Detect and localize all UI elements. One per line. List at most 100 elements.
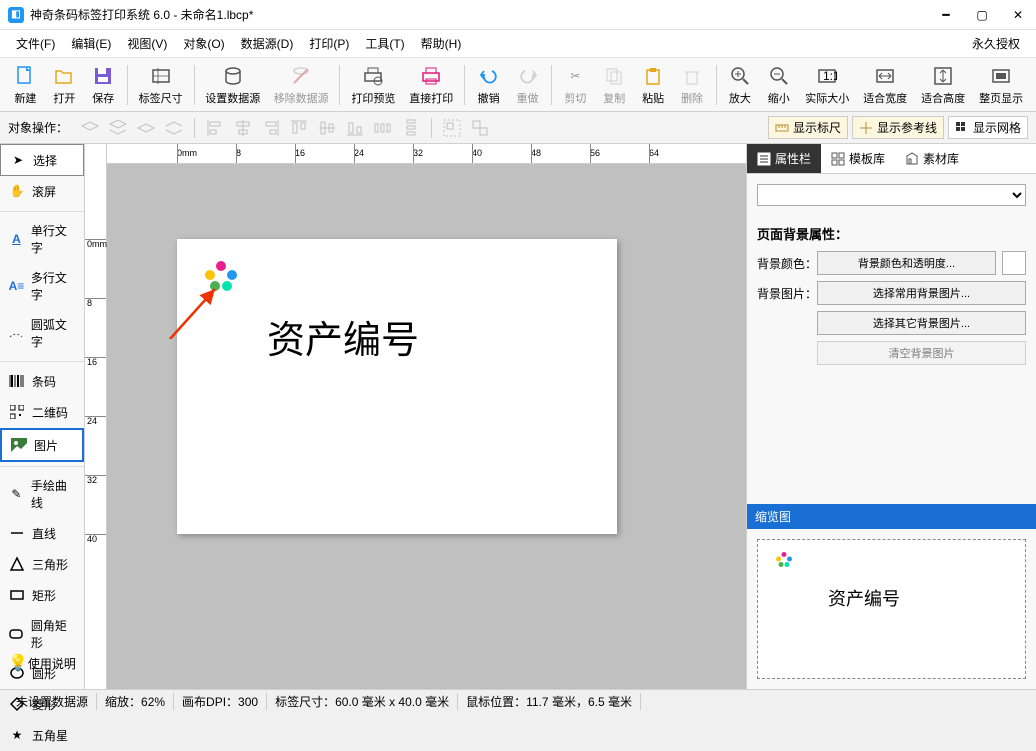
right-panel: 属性栏 模板库 素材库 页面背景属性： 背景颜色： 背景颜色和透明度... 背景… [746,144,1036,689]
help-button[interactable]: 💡 使用说明 [0,647,85,679]
tool-freehand[interactable]: ✎手绘曲线 [0,471,84,518]
bgimage-clear-button[interactable]: 清空背景图片 [817,341,1026,365]
layer-icon-3[interactable] [136,118,156,138]
bgimage-other-button[interactable]: 选择其它背景图片... [817,311,1026,335]
cut-button[interactable]: ✂剪切 [556,62,595,108]
zoom-actual-button[interactable]: 1:1实际大小 [798,62,856,108]
menu-tools[interactable]: 工具(T) [357,31,412,56]
arctext-icon [8,324,25,342]
tab-materials[interactable]: 素材库 [895,144,969,173]
tool-line[interactable]: 直线 [0,518,84,549]
svg-text:1:1: 1:1 [823,69,837,83]
titlebar: ◧ 神奇条码标签打印系统 6.0 - 未命名1.lbcp* ━ ▢ ✕ [0,0,1036,30]
line-icon [8,524,26,542]
pencil-icon: ✎ [8,485,25,503]
print-button[interactable]: 直接打印 [402,62,460,108]
layer-icon-2[interactable] [108,118,128,138]
barcode-icon [8,372,26,390]
fit-width-button[interactable]: 适合宽度 [856,62,914,108]
menu-help[interactable]: 帮助(H) [413,31,470,56]
remove-datasource-button[interactable]: 移除数据源 [267,62,335,108]
preview-text: 资产编号 [828,585,900,611]
show-ruler-toggle[interactable]: 显示标尺 [768,116,848,139]
bgcolor-button[interactable]: 背景颜色和透明度... [817,251,996,275]
set-datasource-button[interactable]: 设置数据源 [199,62,267,108]
tab-properties[interactable]: 属性栏 [747,144,821,173]
app-icon: ◧ [8,7,24,23]
status-datasource: 未设置数据源 [8,693,97,710]
menu-object[interactable]: 对象(O) [175,31,232,56]
tool-barcode[interactable]: 条码 [0,366,84,397]
rect-icon [8,586,26,604]
paste-button[interactable]: 粘贴 [634,62,673,108]
zoom-out-button[interactable]: 缩小 [759,62,798,108]
canvas-text-object[interactable]: 资产编号 [267,309,419,364]
align-left-icon[interactable] [205,118,225,138]
save-button[interactable]: 保存 [84,62,123,108]
zoom-in-button[interactable]: 放大 [720,62,759,108]
image-icon [10,436,28,454]
tool-star[interactable]: ★五角星 [0,720,84,751]
show-guides-toggle[interactable]: 显示参考线 [852,116,944,139]
menu-edit[interactable]: 编辑(E) [63,31,119,56]
tool-multi-text[interactable]: A≡多行文字 [0,263,84,310]
main-toolbar: 新建 打开 保存 标签尺寸 设置数据源 移除数据源 打印预览 直接打印 撤销 重… [0,58,1036,112]
tool-qrcode[interactable]: 二维码 [0,397,84,428]
bgcolor-swatch[interactable] [1002,251,1026,275]
tool-image[interactable]: 图片 [0,428,84,462]
label-page[interactable]: 资产编号 [177,239,617,534]
minimize-button[interactable]: ━ [936,5,956,25]
bgimage-common-button[interactable]: 选择常用背景图片... [817,281,1026,305]
text-icon: A [8,230,25,248]
menu-file[interactable]: 文件(F) [8,31,63,56]
align-bottom-icon[interactable] [345,118,365,138]
undo-button[interactable]: 撤销 [469,62,508,108]
delete-button[interactable]: 删除 [673,62,712,108]
align-right-icon[interactable] [261,118,281,138]
menubar: 文件(F) 编辑(E) 视图(V) 对象(O) 数据源(D) 打印(P) 工具(… [0,30,1036,58]
fit-height-button[interactable]: 适合高度 [914,62,972,108]
align-center-h-icon[interactable] [233,118,253,138]
tool-arc-text[interactable]: 圆弧文字 [0,310,84,357]
align-middle-icon[interactable] [317,118,337,138]
layer-icon[interactable] [80,118,100,138]
ungroup-icon[interactable] [470,118,490,138]
dist-v-icon[interactable] [401,118,421,138]
props-section-title: 页面背景属性： [757,224,1026,243]
tool-pan[interactable]: ✋滚屏 [0,176,84,207]
bgcolor-label: 背景颜色： [757,255,817,272]
fit-page-button[interactable]: 整页显示 [972,62,1030,108]
license-label: 永久授权 [972,35,1028,52]
menu-datasource[interactable]: 数据源(D) [233,31,302,56]
group-icon[interactable] [442,118,462,138]
copy-button[interactable]: 复制 [595,62,634,108]
object-selector[interactable] [757,184,1026,206]
redo-button[interactable]: 重做 [508,62,547,108]
menu-view[interactable]: 视图(V) [119,31,175,56]
status-mouse: 鼠标位置：11.7 毫米，6.5 毫米 [458,693,641,710]
show-grid-toggle[interactable]: 显示网格 [948,116,1028,139]
tool-select[interactable]: ➤选择 [0,144,84,176]
canvas-area[interactable]: 0mm816243240485664 资产编号 [107,144,746,689]
tool-palette: ➤选择 ✋滚屏 A单行文字 A≡多行文字 圆弧文字 条码 二维码 图片 ✎手绘曲… [0,144,85,689]
hand-icon: ✋ [8,182,26,200]
print-preview-button[interactable]: 打印预览 [344,62,402,108]
star-icon: ★ [8,726,26,744]
preview-thumbnail: 资产编号 [757,539,1026,679]
align-top-icon[interactable] [289,118,309,138]
preview-header: 缩览图 [747,504,1036,529]
tool-rect[interactable]: 矩形 [0,580,84,611]
open-button[interactable]: 打开 [45,62,84,108]
tool-triangle[interactable]: 三角形 [0,549,84,580]
label-size-button[interactable]: 标签尺寸 [132,62,190,108]
tab-templates[interactable]: 模板库 [821,144,895,173]
window-title: 神奇条码标签打印系统 6.0 - 未命名1.lbcp* [30,6,936,23]
tool-single-text[interactable]: A单行文字 [0,216,84,263]
new-button[interactable]: 新建 [6,62,45,108]
close-button[interactable]: ✕ [1008,5,1028,25]
layer-icon-4[interactable] [164,118,184,138]
dist-h-icon[interactable] [373,118,393,138]
menu-print[interactable]: 打印(P) [301,31,357,56]
bgimage-label: 背景图片： [757,285,817,302]
maximize-button[interactable]: ▢ [972,5,992,25]
